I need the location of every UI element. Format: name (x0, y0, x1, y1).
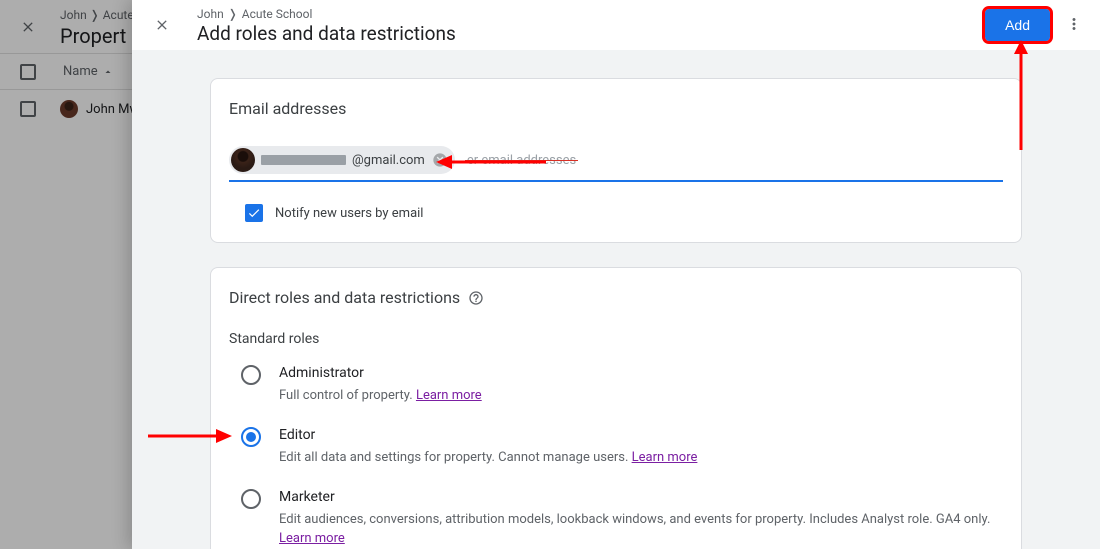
role-option-administrator[interactable]: Administrator Full control of property. … (241, 365, 1003, 405)
dialog-title: Add roles and data restrictions (197, 22, 456, 45)
notify-checkbox[interactable] (245, 204, 263, 222)
role-name: Editor (279, 427, 1003, 443)
email-chip: @gmail.com (229, 146, 455, 174)
role-desc: Full control of property. Learn more (279, 387, 1003, 405)
dialog-body: Email addresses @gmail.com er email addr… (132, 50, 1100, 549)
learn-more-link[interactable]: Learn more (632, 450, 698, 465)
radio-editor[interactable] (241, 427, 261, 447)
email-card: Email addresses @gmail.com er email addr… (210, 78, 1022, 243)
role-desc: Edit all data and settings for property.… (279, 449, 1003, 467)
close-circle-icon (432, 152, 448, 168)
email-input[interactable]: @gmail.com er email addresses (229, 146, 1003, 182)
roles-section-title: Direct roles and data restrictions (229, 288, 460, 307)
role-desc: Edit audiences, conversions, attribution… (279, 511, 1003, 547)
add-roles-dialog: John ❭ Acute School Add roles and data r… (132, 0, 1100, 549)
chevron-right-icon: ❭ (228, 7, 238, 21)
dialog-header: John ❭ Acute School Add roles and data r… (132, 0, 1100, 50)
learn-more-link[interactable]: Learn more (279, 531, 345, 546)
notify-row: Notify new users by email (245, 204, 1003, 222)
email-section-title: Email addresses (229, 99, 1003, 118)
dialog-breadcrumb[interactable]: John ❭ Acute School (197, 7, 312, 21)
radio-administrator[interactable] (241, 365, 261, 385)
role-name: Marketer (279, 489, 1003, 505)
chip-remove-button[interactable] (431, 151, 449, 169)
check-icon (247, 206, 261, 220)
redacted-text (261, 155, 346, 165)
more-menu-button[interactable] (1064, 14, 1084, 34)
avatar (231, 148, 255, 172)
dialog-close-button[interactable] (152, 15, 172, 35)
email-placeholder: er email addresses (467, 153, 576, 168)
notify-label: Notify new users by email (275, 206, 423, 221)
role-option-marketer[interactable]: Marketer Edit audiences, conversions, at… (241, 489, 1003, 547)
more-vert-icon (1065, 15, 1083, 33)
email-suffix: @gmail.com (352, 153, 425, 168)
standard-roles-label: Standard roles (229, 331, 1003, 347)
radio-marketer[interactable] (241, 489, 261, 509)
role-name: Administrator (279, 365, 1003, 381)
add-button[interactable]: Add (985, 9, 1050, 41)
learn-more-link[interactable]: Learn more (416, 388, 482, 403)
role-option-editor[interactable]: Editor Edit all data and settings for pr… (241, 427, 1003, 467)
roles-card: Direct roles and data restrictions Stand… (210, 267, 1022, 549)
help-icon[interactable] (468, 290, 484, 306)
